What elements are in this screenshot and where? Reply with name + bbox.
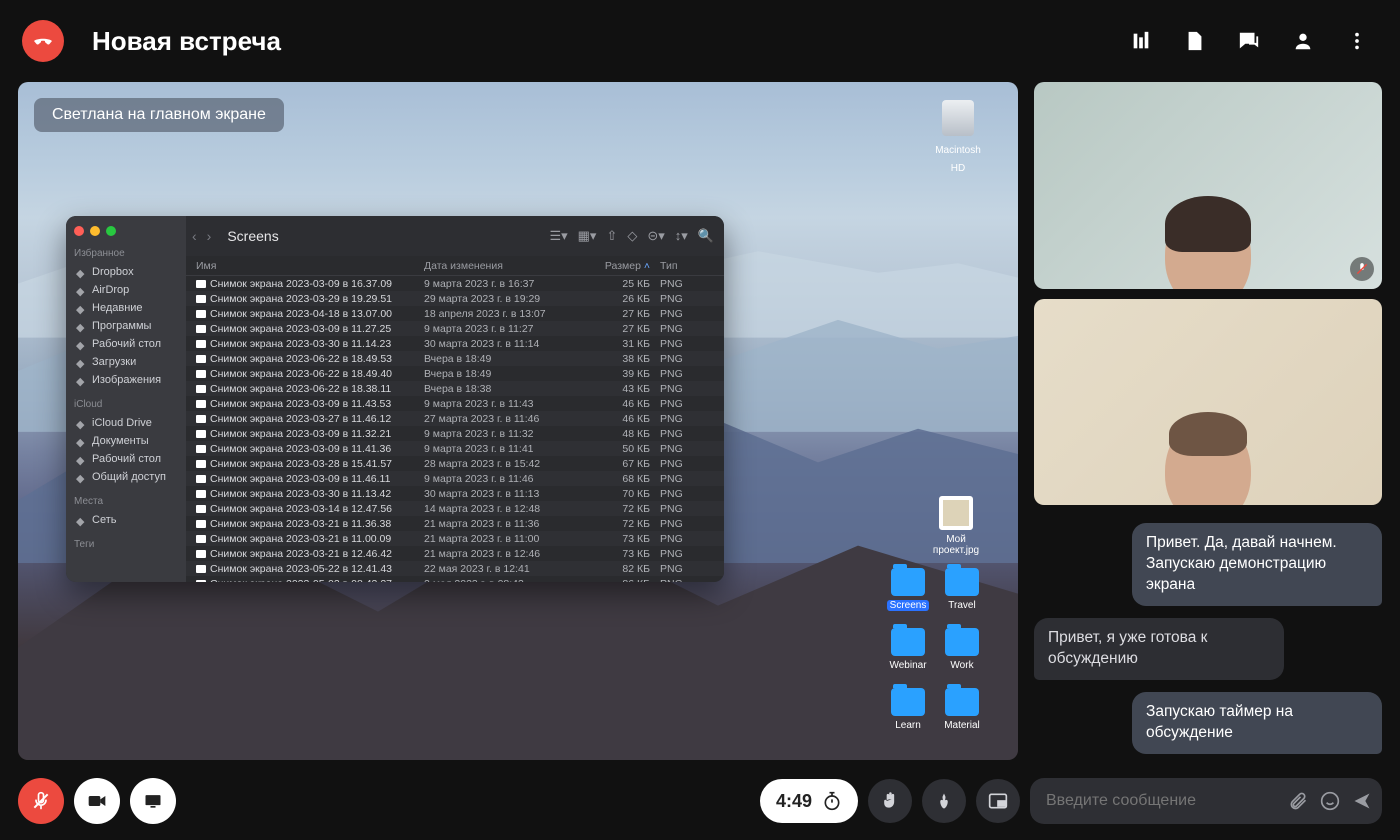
finder-file-row[interactable]: Снимок экрана 2023-03-27 в 11.46.1227 ма… (186, 411, 724, 426)
finder-file-row[interactable]: Снимок экрана 2023-03-21 в 11.00.0921 ма… (186, 531, 724, 546)
raise-hand-button[interactable] (868, 779, 912, 823)
participant-video-1[interactable] (1034, 82, 1382, 289)
pip-button[interactable] (976, 779, 1020, 823)
finder-file-row[interactable]: Снимок экрана 2023-03-09 в 11.46.119 мар… (186, 471, 724, 486)
share-icon[interactable]: ⇧ (606, 228, 617, 244)
finder-toolbar: ‹ › Screens ☰▾ ▦▾ ⇧ ◇ ⊝▾ ↕▾ 🔍 (186, 216, 724, 256)
maximize-dot[interactable] (106, 226, 116, 236)
emoji-icon[interactable] (1320, 791, 1340, 811)
finder-file-row[interactable]: Снимок экрана 2023-03-21 в 12.46.4221 ма… (186, 546, 724, 561)
grid-view-icon[interactable]: ▦▾ (578, 228, 597, 244)
finder-file-row[interactable]: Снимок экрана 2023-03-30 в 11.13.4230 ма… (186, 486, 724, 501)
finder-sidebar-item[interactable]: ◆iCloud Drive (74, 414, 178, 432)
search-icon[interactable]: 🔍 (698, 228, 714, 244)
reactions-button[interactable] (922, 779, 966, 823)
desktop-folder-webinar[interactable]: Webinar (880, 628, 936, 671)
more-icon[interactable] (1336, 20, 1378, 62)
attach-icon[interactable] (1288, 791, 1308, 811)
finder-sidebar-item[interactable]: ◆AirDrop (74, 281, 178, 299)
chat-panel: Привет. Да, давай начнем. Запускаю демон… (1034, 515, 1382, 760)
close-dot[interactable] (74, 226, 84, 236)
list-view-icon[interactable]: ☰▾ (549, 228, 567, 244)
desktop-folder-material[interactable]: Material (934, 688, 990, 731)
finder-file-row[interactable]: Снимок экрана 2023-03-21 в 11.36.3821 ма… (186, 516, 724, 531)
tag-icon[interactable]: ◇ (627, 228, 637, 244)
finder-file-row[interactable]: Снимок экрана 2023-03-14 в 12.47.5614 ма… (186, 501, 724, 516)
dock-bar: 4:49 (18, 778, 1382, 824)
mic-muted-icon (1350, 257, 1374, 281)
finder-columns: Имя Дата изменения Размер ˄ Тип (186, 256, 724, 276)
finder-sidebar-item[interactable]: ◆Общий доступ (74, 468, 178, 486)
shared-screen-stage: Светлана на главном экране Macintosh HD … (18, 82, 1018, 760)
action-icon[interactable]: ⊝▾ (647, 228, 664, 244)
finder-file-row[interactable]: Снимок экрана 2023-03-09 в 11.32.219 мар… (186, 426, 724, 441)
finder-file-row[interactable]: Снимок экрана 2023-03-09 в 11.43.539 мар… (186, 396, 724, 411)
participant-video-2[interactable] (1034, 299, 1382, 506)
chat-input[interactable] (1046, 792, 1276, 810)
finder-sidebar-item[interactable]: ◆Загрузки (74, 353, 178, 371)
finder-file-row[interactable]: Снимок экрана 2023-03-29 в 19.29.5129 ма… (186, 291, 724, 306)
disk-icon[interactable]: Macintosh HD (928, 100, 988, 176)
finder-sidebar-item[interactable]: ◆Изображения (74, 371, 178, 389)
finder-file-row[interactable]: Снимок экрана 2023-05-02 в 08.43.272 мая… (186, 576, 724, 582)
timer-pill[interactable]: 4:49 (760, 779, 858, 823)
desktop-folder-learn[interactable]: Learn (880, 688, 936, 731)
document-icon[interactable] (1174, 20, 1216, 62)
back-icon[interactable]: ‹ (192, 228, 197, 244)
hangup-button[interactable] (22, 20, 64, 62)
mic-button[interactable] (18, 778, 64, 824)
disk-label: Macintosh HD (935, 145, 981, 174)
finder-file-row[interactable]: Снимок экрана 2023-06-22 в 18.38.11Вчера… (186, 381, 724, 396)
finder-file-row[interactable]: Снимок экрана 2023-05-22 в 12.41.4322 ма… (186, 561, 724, 576)
finder-file-row[interactable]: Снимок экрана 2023-06-22 в 18.49.40Вчера… (186, 366, 724, 381)
desktop-folder-travel[interactable]: Travel (934, 568, 990, 611)
desktop-file-project[interactable]: Мой проект.jpg (928, 496, 984, 556)
sync-icon[interactable]: ↕▾ (675, 228, 688, 244)
stopwatch-icon (822, 791, 842, 811)
finder-title: Screens (227, 228, 278, 244)
minimize-dot[interactable] (90, 226, 100, 236)
share-screen-button[interactable] (130, 778, 176, 824)
camera-button[interactable] (74, 778, 120, 824)
desktop-folder-screens[interactable]: Screens (880, 568, 936, 611)
chat-message-other: Привет, я уже готова к обсуждению (1034, 618, 1284, 680)
finder-file-row[interactable]: Снимок экрана 2023-03-28 в 15.41.5728 ма… (186, 456, 724, 471)
timer-value: 4:49 (776, 791, 812, 812)
desktop-folder-work[interactable]: Work (934, 628, 990, 671)
finder-file-row[interactable]: Снимок экрана 2023-03-09 в 11.41.369 мар… (186, 441, 724, 456)
finder-file-row[interactable]: Снимок экрана 2023-03-30 в 11.14.2330 ма… (186, 336, 724, 351)
header-bar: Новая встреча (0, 0, 1400, 82)
participants-icon[interactable] (1282, 20, 1324, 62)
finder-window[interactable]: Избранное ◆Dropbox◆AirDrop◆Недавние◆Прог… (66, 216, 724, 582)
finder-file-row[interactable]: Снимок экрана 2023-06-22 в 18.49.53Вчера… (186, 351, 724, 366)
finder-sidebar-item[interactable]: ◆Документы (74, 432, 178, 450)
finder-sidebar-item[interactable]: ◆Рабочий стол (74, 335, 178, 353)
poll-icon[interactable] (1120, 20, 1162, 62)
presenter-pill: Светлана на главном экране (34, 98, 284, 132)
finder-file-row[interactable]: Снимок экрана 2023-04-18 в 13.07.0018 ап… (186, 306, 724, 321)
finder-sidebar-item[interactable]: ◆Dropbox (74, 263, 178, 281)
meeting-title: Новая встреча (92, 26, 281, 57)
send-icon[interactable] (1352, 791, 1372, 811)
finder-sidebar-item[interactable]: ◆Рабочий стол (74, 450, 178, 468)
chat-message-mine: Запускаю таймер на обсуждение (1132, 692, 1382, 754)
chat-message-mine: Привет. Да, давай начнем. Запускаю демон… (1132, 523, 1382, 606)
finder-sidebar: Избранное ◆Dropbox◆AirDrop◆Недавние◆Прог… (66, 216, 186, 582)
chat-input-box (1030, 778, 1382, 824)
chat-icon[interactable] (1228, 20, 1270, 62)
finder-sidebar-item[interactable]: ◆Программы (74, 317, 178, 335)
finder-file-row[interactable]: Снимок экрана 2023-03-09 в 16.37.099 мар… (186, 276, 724, 291)
finder-sidebar-item[interactable]: ◆Сеть (74, 511, 178, 529)
forward-icon[interactable]: › (207, 228, 212, 244)
finder-file-list[interactable]: Снимок экрана 2023-03-09 в 16.37.099 мар… (186, 276, 724, 582)
finder-file-row[interactable]: Снимок экрана 2023-03-09 в 11.27.259 мар… (186, 321, 724, 336)
finder-sidebar-item[interactable]: ◆Недавние (74, 299, 178, 317)
